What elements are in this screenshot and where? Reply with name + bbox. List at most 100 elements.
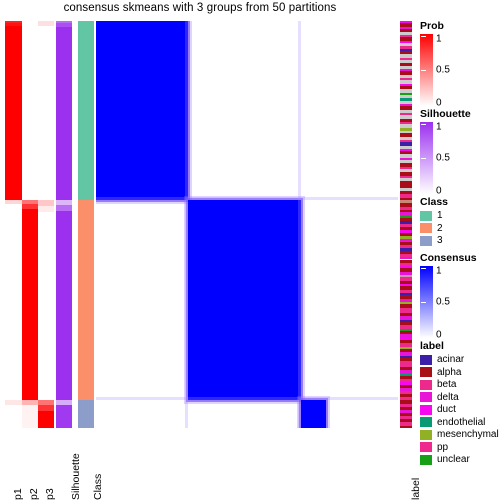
legend-item-label: unclear xyxy=(437,454,470,466)
legend-tick-label: 1 xyxy=(436,121,442,133)
prob-column-p3 xyxy=(38,21,54,428)
legend-item: delta xyxy=(420,392,499,404)
legend-swatch xyxy=(420,417,432,428)
annotation-band xyxy=(5,25,22,201)
legend-item: pp xyxy=(420,442,499,454)
legend-item-label: pp xyxy=(437,441,449,453)
consensus-col-line xyxy=(298,21,302,428)
axis-label-p3: p3 xyxy=(44,488,56,500)
legend-label: label acinar alpha beta delta duct endothelial… xyxy=(420,340,499,467)
legend-tick-mark xyxy=(421,158,426,159)
legend-item-label: mesenchymal xyxy=(437,429,499,441)
axis-label-silhouette: Silhouette xyxy=(70,453,82,500)
legend-tick-label: 0 xyxy=(436,185,442,197)
legend-tick-label: 0.5 xyxy=(436,296,450,308)
label-band xyxy=(400,425,412,428)
legend-swatch xyxy=(420,442,432,453)
consensus-block xyxy=(188,200,302,400)
class-band xyxy=(78,200,94,400)
legend-swatch xyxy=(420,210,432,221)
axis-label-p1: p1 xyxy=(12,488,24,500)
legend-tick-label: 1 xyxy=(436,265,442,277)
legend-item-label: 3 xyxy=(437,235,443,247)
legend-tick-label: 0 xyxy=(436,329,442,341)
legend-class: Class 1 2 3 xyxy=(420,196,448,248)
legend-item: duct xyxy=(420,404,499,416)
class-band xyxy=(78,399,94,428)
legend-prob: Prob 1 0.5 0 xyxy=(420,20,450,109)
legend-gradient-bar: 1 0.5 0 xyxy=(420,121,471,197)
legend-item: 3 xyxy=(420,235,448,247)
legend-item-label: endothelial xyxy=(437,416,486,428)
legend-swatch xyxy=(420,367,432,378)
legend-item-label: acinar xyxy=(437,354,465,366)
legend-title: Class xyxy=(420,196,449,208)
page-title: consensus skmeans with 3 groups from 50 … xyxy=(63,2,337,14)
legend-item: endothelial xyxy=(420,417,499,429)
legend-silhouette: Silhouette 1 0.5 0 xyxy=(420,108,471,197)
legend-swatch xyxy=(420,404,432,415)
consensus-block xyxy=(301,399,326,428)
annotation-band xyxy=(38,212,54,400)
legend-tick-mark xyxy=(421,302,426,303)
legend-tick-mark xyxy=(421,124,426,125)
legend-title: Silhouette xyxy=(420,108,471,120)
label-column xyxy=(400,21,412,428)
legend-tick-mark xyxy=(421,268,426,269)
legend-tick-label: 0 xyxy=(436,97,442,109)
legend-item: acinar xyxy=(420,354,499,366)
legend-swatch xyxy=(420,454,432,465)
legend-tick-label: 0.5 xyxy=(436,64,450,76)
annotation-band xyxy=(56,27,72,201)
annotation-band xyxy=(5,405,22,428)
consensus-row-line xyxy=(96,396,398,400)
legend-gradient-bar: 1 0.5 0 xyxy=(420,265,477,341)
silhouette-column xyxy=(56,21,72,428)
axis-label-label: label xyxy=(410,477,422,500)
legend-item: beta xyxy=(420,379,499,391)
consensus-col-line xyxy=(185,21,189,428)
legend-item-label: alpha xyxy=(437,366,462,378)
legend-tick-mark xyxy=(421,70,426,71)
class-column xyxy=(78,21,94,428)
axis-label-class: Class xyxy=(92,473,104,500)
prob-column-p2 xyxy=(22,21,38,428)
legend-item: 2 xyxy=(420,223,448,235)
consensus-row-line xyxy=(96,197,398,201)
legend-swatch xyxy=(420,235,432,246)
legend-swatch xyxy=(420,392,432,403)
consensus-heatmap-figure: consensus skmeans with 3 groups from 50 … xyxy=(0,0,504,504)
annotation-band xyxy=(56,405,72,428)
legend-tick-label: 1 xyxy=(436,33,442,45)
prob-column-p1 xyxy=(5,21,22,428)
legend-item: alpha xyxy=(420,367,499,379)
legend-item-label: 2 xyxy=(437,222,443,234)
legend-title: label xyxy=(420,340,444,352)
annotation-band xyxy=(5,203,22,400)
legend-swatch xyxy=(420,354,432,365)
annotation-band xyxy=(56,210,72,400)
legend-item: 1 xyxy=(420,210,448,222)
legend-item: unclear xyxy=(420,454,499,466)
legend-title: Prob xyxy=(420,20,444,32)
annotation-band xyxy=(22,208,38,400)
legend-title: Consensus xyxy=(420,252,477,264)
consensus-block xyxy=(96,21,189,201)
legend-swatch xyxy=(420,223,432,234)
annotation-band xyxy=(22,405,38,428)
axis-label-p2: p2 xyxy=(28,488,40,500)
legend-consensus: Consensus 1 0.5 0 xyxy=(420,252,477,341)
annotation-band xyxy=(38,25,54,201)
legend-item: mesenchymal xyxy=(420,429,499,441)
legend-item-label: 1 xyxy=(437,210,443,222)
annotation-band xyxy=(22,21,38,201)
legend-tick-mark xyxy=(421,36,426,37)
legend-item-label: duct xyxy=(437,404,456,416)
class-band xyxy=(78,21,94,201)
consensus-matrix xyxy=(96,21,398,428)
annotation-band xyxy=(38,410,54,428)
legend-gradient-bar: 1 0.5 0 xyxy=(420,33,450,109)
legend-swatch xyxy=(420,379,432,390)
legend-tick-label: 0.5 xyxy=(436,152,450,164)
legend-swatch xyxy=(420,429,432,440)
